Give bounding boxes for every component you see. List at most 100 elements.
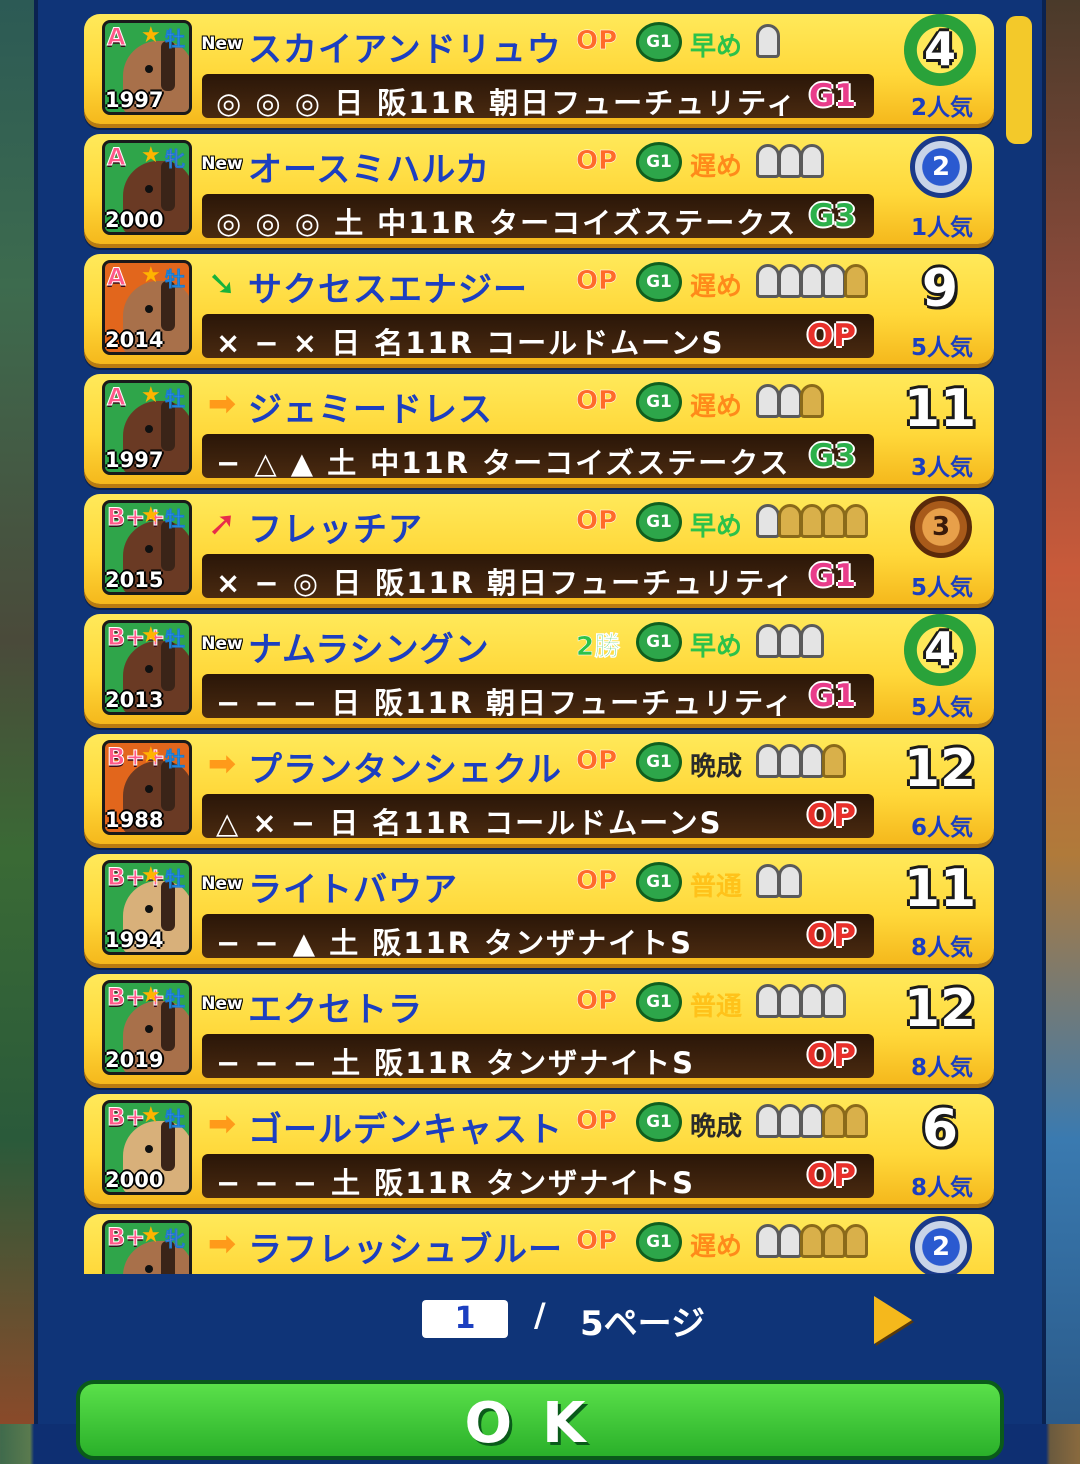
race-info: − − − 土 阪11R タンザナイトS [216, 1046, 695, 1080]
popularity-label: 8人気 [910, 935, 973, 961]
star-icon: ★ [141, 503, 161, 528]
horse-row[interactable]: B++ ★ 牡 2015 ➚ フレッチア OP G1 早め × − ◎ 日 阪11R 朝日フューチ… [80, 480, 996, 604]
race-grade: OP [806, 798, 856, 834]
horse-name: サクセスエナジー [248, 270, 528, 310]
horse-row[interactable]: B++ ★ 牡 1994 New ライトバウア OP G1 普通 − − ▲ 土 阪11R タンザ… [80, 840, 996, 964]
horseshoe-icon [844, 1224, 868, 1258]
growth-type: 普通 [690, 872, 743, 902]
sex-label: 牡 [165, 867, 186, 892]
horseshoe-icon [756, 624, 780, 658]
horseshoe-icon [778, 144, 802, 178]
race-info-bar: − − ▲ 土 阪11R タンザナイトS OP [202, 914, 874, 960]
horseshoe-icon [778, 864, 802, 898]
g1-emblem-icon: G1 [636, 982, 682, 1022]
horse-portrait[interactable]: A ★ 牝 2000 [102, 140, 192, 235]
horse-portrait[interactable]: B++ ★ 牡 2013 [102, 620, 192, 715]
horseshoe-icon [756, 1224, 780, 1258]
bronze-medal-icon: 3 [910, 496, 972, 558]
star-icon: ★ [141, 383, 161, 408]
horse-row[interactable]: A ★ 牝 2000 New オースミハルカ OP G1 遅め ◎ ◎ ◎ 土 中11R ターコイ… [80, 120, 996, 244]
g1-emblem-icon: G1 [636, 1222, 682, 1262]
ok-button[interactable]: OK [76, 1380, 1004, 1460]
horse-row[interactable]: B++ ★ 牡 2019 New エクセトラ OP G1 普通 − − − 土 阪11R タンザナ… [80, 960, 996, 1084]
race-info-bar: − △ ▲ 土 中11R ターコイズステークス G3 [202, 434, 874, 480]
race-info: × − × 日 名11R コールドムーンS [216, 326, 725, 360]
horseshoe-icon [844, 504, 868, 538]
prediction-place: 2 [892, 134, 988, 204]
horseshoe-icon [800, 384, 824, 418]
horseshoe-icon [800, 624, 824, 658]
horseshoe-icon [844, 1104, 868, 1138]
horse-portrait[interactable]: B++ ★ 牡 2019 [102, 980, 192, 1075]
race-grade: G1 [808, 558, 856, 594]
page-number-input[interactable]: 1 [422, 1300, 508, 1338]
horseshoe-icon [756, 264, 780, 298]
new-badge: New [201, 154, 243, 174]
horse-name: プランタンシェクル [248, 750, 562, 790]
horse-portrait[interactable]: A ★ 牡 1997 [102, 380, 192, 475]
horseshoe-rating [756, 864, 802, 898]
horse-eye [145, 545, 153, 553]
place-number: 11 [903, 379, 977, 439]
horseshoe-icon [756, 504, 780, 538]
growth-type: 遅め [690, 1232, 743, 1262]
horse-portrait[interactable]: B++ ★ 牡 2015 [102, 500, 192, 595]
horse-eye [145, 1025, 153, 1033]
race-info: − − − 日 阪11R 朝日フューチュリティ [216, 686, 795, 720]
class-label: OP [576, 266, 618, 297]
race-grade: OP [806, 318, 856, 354]
horseshoe-icon [756, 1104, 780, 1138]
race-grade: G3 [808, 198, 856, 234]
horse-eye [145, 905, 153, 913]
horse-portrait[interactable]: B++ ★ 牡 1994 [102, 860, 192, 955]
popularity-label: 6人気 [910, 815, 973, 841]
horseshoe-icon [778, 1224, 802, 1258]
class-label: OP [576, 746, 618, 777]
horse-portrait[interactable]: B++ ★ 牡 1988 [102, 740, 192, 835]
horseshoe-icon [778, 984, 802, 1018]
total-pages: 5ページ [580, 1304, 705, 1344]
horse-row[interactable]: A ★ 牡 1997 ➡ ジェミードレス OP G1 遅め − △ ▲ 土 中11R ターコイズス… [80, 360, 996, 484]
popularity-label: 8人気 [910, 1175, 973, 1201]
horse-portrait[interactable]: A ★ 牡 2014 [102, 260, 192, 355]
prediction-place: 4 [892, 614, 988, 686]
race-info: ◎ ◎ ◎ 日 阪11R 朝日フューチュリティ [216, 86, 798, 120]
horseshoe-icon [822, 744, 846, 778]
page-separator: / [534, 1296, 546, 1334]
horseshoe-icon [800, 984, 824, 1018]
list-scrollbar[interactable] [1006, 16, 1032, 144]
horseshoe-rating [756, 504, 868, 538]
prediction-place: 12 [892, 974, 988, 1044]
race-grade: G1 [808, 78, 856, 114]
horse-row[interactable]: B++ ★ 牡 1988 ➡ プランタンシェクル OP G1 晩成 △ × − 日 名11R コー… [80, 720, 996, 844]
horseshoe-rating [756, 984, 846, 1018]
horseshoe-icon [778, 624, 802, 658]
horseshoe-rating [756, 264, 868, 298]
star-icon: ★ [141, 743, 161, 768]
horse-eye [145, 305, 153, 313]
horseshoe-rating [756, 24, 780, 58]
status-badge: New [200, 984, 244, 1024]
horse-name: オースミハルカ [248, 150, 491, 190]
rank-label: A [107, 143, 127, 172]
trend-arrow-icon: ➡ [207, 1104, 237, 1144]
popularity-label: 5人気 [910, 335, 973, 361]
class-label: OP [576, 386, 618, 417]
next-page-arrow-icon[interactable] [874, 1296, 912, 1344]
growth-type: 遅め [690, 392, 743, 422]
horse-row[interactable]: B+ ★ 牡 2000 ➡ ゴールデンキャスト OP G1 晩成 − − − 土 阪11R タンザ… [80, 1080, 996, 1204]
birth-year: 2019 [105, 1048, 164, 1072]
horse-portrait[interactable]: B+ ★ 牡 2000 [102, 1100, 192, 1195]
horse-row[interactable]: A ★ 牡 1997 New スカイアンドリュウ OP G1 早め ◎ ◎ ◎ 日 阪11R 朝日… [80, 0, 996, 124]
horse-row[interactable]: B++ ★ 牡 2013 New ナムラシングン 2勝 G1 早め − − − 日 阪11R 朝日… [80, 600, 996, 724]
horse-portrait[interactable]: A ★ 牡 1997 [102, 20, 192, 115]
horse-portrait[interactable]: B+ ★ 牝 [102, 1220, 192, 1274]
horseshoe-icon [822, 264, 846, 298]
status-badge: ➡ [200, 744, 244, 784]
growth-type: 早め [690, 32, 743, 62]
g1-emblem-icon: G1 [636, 382, 682, 422]
horse-row[interactable]: A ★ 牡 2014 ➘ サクセスエナジー OP G1 遅め × − × 日 名11R コールドム… [80, 240, 996, 364]
horseshoe-icon [778, 1104, 802, 1138]
horse-row[interactable]: B+ ★ 牝 ➡ ラフレッシュブルー OP G1 遅め 2 [80, 1200, 996, 1274]
trend-arrow-icon: ➡ [207, 1224, 237, 1264]
